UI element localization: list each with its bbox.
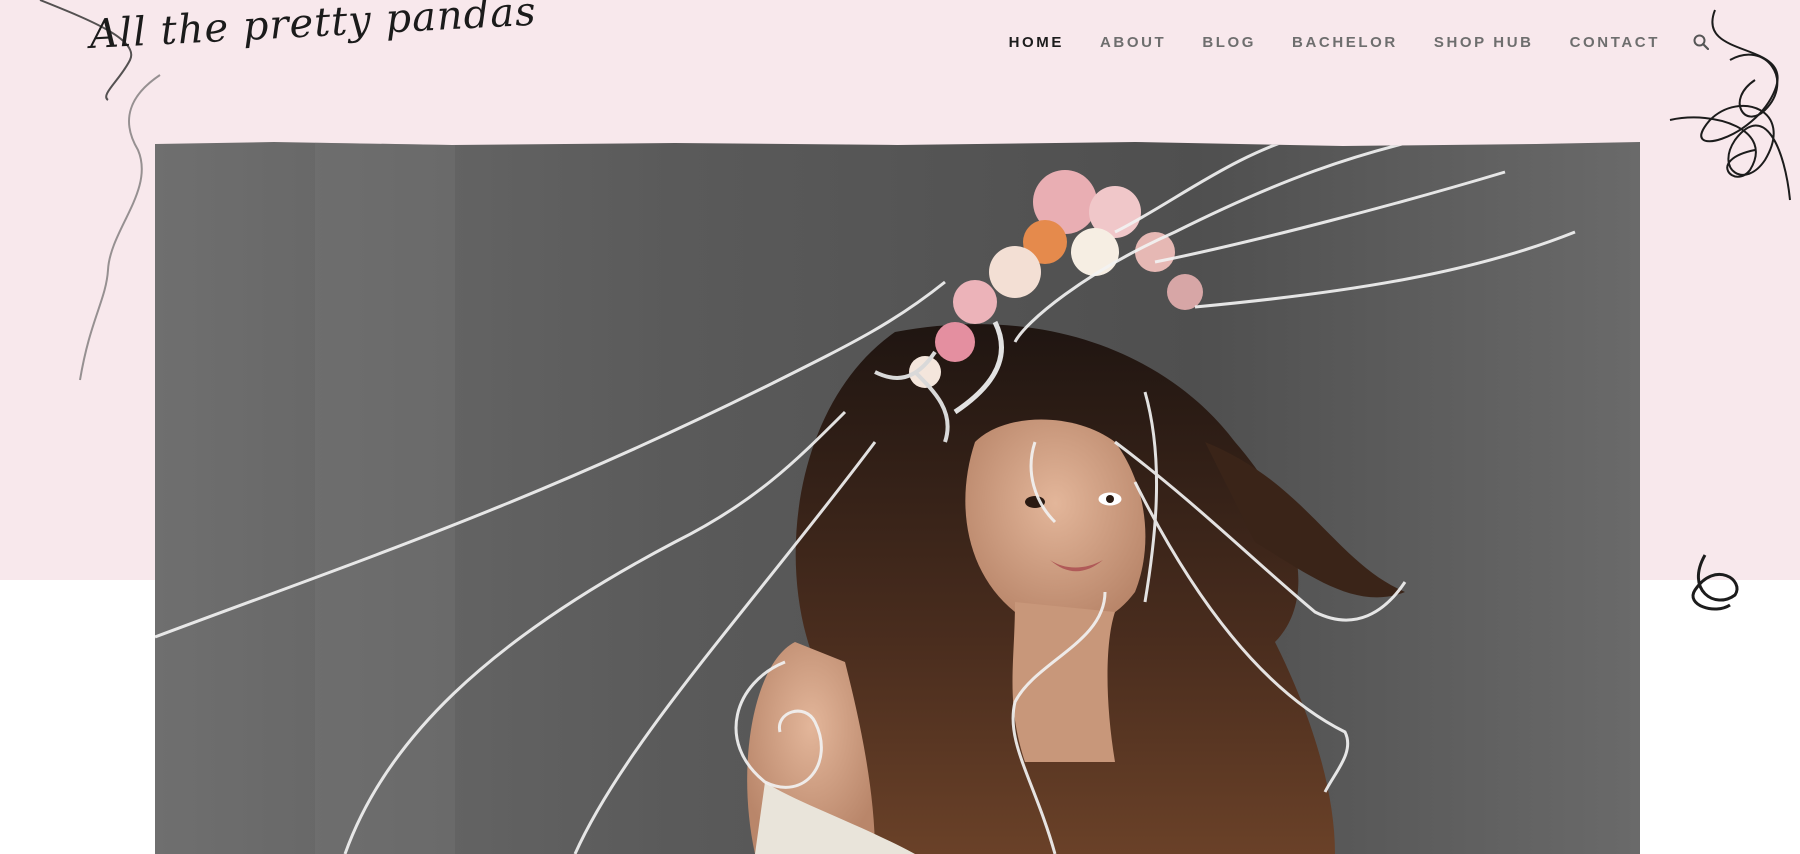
hero-image [155, 142, 1640, 854]
nav-home[interactable]: HOME [1009, 34, 1064, 51]
nav-shop-hub[interactable]: SHOP HUB [1434, 34, 1534, 51]
small-scribble-decoration [1691, 554, 1739, 611]
search-icon[interactable] [1692, 33, 1710, 51]
main-navigation: HOME ABOUT BLOG BACHELOR SHOP HUB CONTAC… [973, 30, 1710, 54]
nav-blog[interactable]: BLOG [1202, 34, 1256, 51]
nav-contact[interactable]: CONTACT [1570, 34, 1660, 51]
hero-illustration [155, 142, 1640, 854]
nav-bachelor[interactable]: BACHELOR [1292, 34, 1398, 51]
nav-about[interactable]: ABOUT [1100, 34, 1166, 51]
